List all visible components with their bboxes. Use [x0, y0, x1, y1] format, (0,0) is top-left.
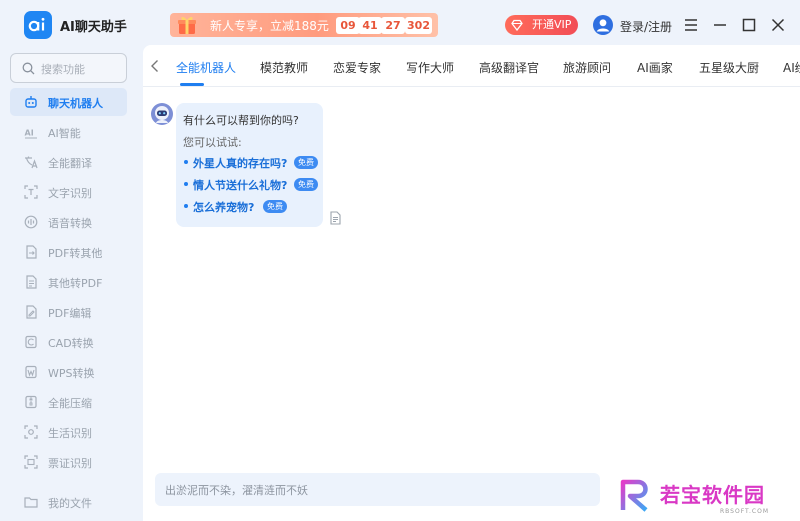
watermark-subtext: RBSOFT.COM	[720, 508, 770, 515]
sidebar-item-compress[interactable]: 全能压缩	[10, 388, 127, 416]
watermark-text: 若宝软件园	[660, 483, 765, 507]
tab-senior-translator[interactable]: 高级翻译官	[479, 59, 539, 76]
sidebar-item-ocr[interactable]: 文字识别	[10, 178, 127, 206]
sidebar-item-cad[interactable]: CAD转换	[10, 328, 127, 356]
sidebar-item-pdf-edit[interactable]: PDF编辑	[10, 298, 127, 326]
cad-icon	[25, 335, 37, 349]
sidebar-item-to-pdf[interactable]: 其他转PDF	[10, 268, 127, 296]
free-badge: 免费	[263, 200, 287, 213]
sidebar-item-ticket-scan[interactable]: 票证识别	[10, 448, 127, 476]
life-scan-icon	[24, 425, 38, 439]
copy-icon[interactable]	[329, 211, 343, 226]
minimize-icon[interactable]	[709, 14, 731, 36]
tab-all-round-bot[interactable]: 全能机器人	[176, 59, 236, 76]
pdf-edit-icon	[26, 305, 37, 319]
tab-five-star-chef[interactable]: 五星级大厨	[699, 59, 759, 76]
free-badge: 免费	[294, 178, 318, 191]
robot-icon	[25, 96, 37, 108]
main-panel: 全能机器人 模范教师 恋爱专家 写作大师 高级翻译官 旅游顾问 AI画家 五星级…	[143, 45, 800, 521]
bullet-icon	[184, 182, 188, 186]
try-label: 您可以试试:	[183, 136, 242, 149]
search-input[interactable]	[41, 60, 121, 78]
menu-icon[interactable]	[680, 14, 702, 36]
tab-love-expert[interactable]: 恋爱专家	[333, 59, 381, 76]
bot-greeting: 有什么可以帮到你的吗?	[183, 114, 299, 127]
compress-icon	[25, 395, 37, 409]
tab-writing-master[interactable]: 写作大师	[406, 59, 454, 76]
sidebar-item-label: 文字识别	[48, 187, 92, 200]
bullet-icon	[184, 160, 188, 164]
tab-ai-painter[interactable]: AI画家	[637, 59, 673, 76]
sidebar-item-label: 票证识别	[48, 457, 92, 470]
timer-seconds: 27	[381, 17, 405, 34]
to-pdf-icon	[26, 275, 37, 289]
app-title: AI聊天助手	[60, 20, 127, 35]
sidebar-item-ai[interactable]: AI AI智能	[10, 118, 127, 146]
sidebar-item-label: 生活识别	[48, 427, 92, 440]
bot-avatar-icon	[151, 103, 173, 125]
timer-hours: 09	[336, 17, 360, 34]
app-logo-icon	[24, 11, 52, 39]
svg-text:AI: AI	[25, 129, 34, 138]
maximize-icon[interactable]	[738, 14, 760, 36]
suggestion-text: 外星人真的存在吗?	[193, 157, 288, 170]
text-scan-icon	[24, 185, 38, 199]
sidebar-item-label: PDF转其他	[48, 247, 103, 260]
folder-icon	[24, 497, 38, 508]
translate-icon	[25, 156, 38, 169]
watermark: 若宝软件园 RBSOFT.COM	[600, 470, 800, 521]
search-icon	[22, 62, 35, 75]
sidebar-item-my-files[interactable]: 我的文件	[10, 488, 127, 516]
tab-ai-drawing[interactable]: AI绘	[783, 59, 800, 76]
tab-travel-advisor[interactable]: 旅游顾问	[563, 59, 611, 76]
voice-icon	[24, 215, 38, 229]
close-icon[interactable]	[767, 14, 789, 36]
chevron-left-icon[interactable]	[149, 59, 161, 73]
search-box[interactable]	[10, 53, 127, 83]
sidebar: 聊天机器人 AI AI智能 全能翻译 文字识别 语音转换	[0, 50, 137, 521]
ticket-scan-icon	[24, 455, 38, 469]
login-link[interactable]: 登录/注册	[620, 18, 672, 35]
diamond-icon	[511, 19, 523, 31]
sidebar-item-label: 聊天机器人	[48, 97, 103, 110]
ai-icon: AI	[25, 129, 37, 139]
chat-input[interactable]	[165, 481, 585, 499]
sidebar-item-wps[interactable]: WPS转换	[10, 358, 127, 386]
sidebar-item-label: 全能翻译	[48, 157, 92, 170]
suggestion-text: 怎么养宠物?	[193, 201, 255, 214]
sidebar-item-label: AI智能	[48, 127, 81, 140]
sidebar-item-label: 我的文件	[48, 497, 92, 510]
timer-millis: 302	[405, 17, 432, 34]
sidebar-item-label: WPS转换	[48, 367, 95, 380]
sidebar-item-chatbot[interactable]: 聊天机器人	[10, 88, 127, 116]
free-badge: 免费	[294, 156, 318, 169]
sidebar-item-pdf-to-other[interactable]: PDF转其他	[10, 238, 127, 266]
gift-icon	[178, 16, 196, 34]
suggestion-text: 情人节送什么礼物?	[193, 179, 288, 192]
pdf-convert-icon	[26, 245, 37, 259]
user-avatar-icon[interactable]	[593, 15, 613, 35]
wps-icon	[25, 365, 37, 379]
promo-text: 新人专享，立减188元	[210, 19, 329, 33]
active-tab-indicator	[180, 83, 204, 86]
bot-message: 有什么可以帮到你的吗? 您可以试试: 外星人真的存在吗? 免费 情人节送什么礼物…	[176, 103, 323, 227]
assistant-tabs: 全能机器人 模范教师 恋爱专家 写作大师 高级翻译官 旅游顾问 AI画家 五星级…	[143, 45, 800, 87]
title-bar: AI聊天助手 新人专享，立减188元 09 : 41 : 27 302 开通VI…	[0, 0, 800, 50]
vip-button[interactable]: 开通VIP	[505, 15, 578, 35]
sidebar-item-label: PDF编辑	[48, 307, 92, 320]
chat-input-box[interactable]	[155, 473, 600, 506]
sidebar-item-life-scan[interactable]: 生活识别	[10, 418, 127, 446]
sidebar-item-translate[interactable]: 全能翻译	[10, 148, 127, 176]
sidebar-item-label: 其他转PDF	[48, 277, 103, 290]
sidebar-item-voice[interactable]: 语音转换	[10, 208, 127, 236]
bullet-icon	[184, 204, 188, 208]
sidebar-item-label: CAD转换	[48, 337, 94, 350]
sidebar-item-label: 语音转换	[48, 217, 92, 230]
watermark-logo-icon	[620, 479, 648, 512]
tab-model-teacher[interactable]: 模范教师	[260, 59, 308, 76]
sidebar-item-label: 全能压缩	[48, 397, 92, 410]
timer-minutes: 41	[358, 17, 382, 34]
vip-label: 开通VIP	[532, 18, 572, 31]
